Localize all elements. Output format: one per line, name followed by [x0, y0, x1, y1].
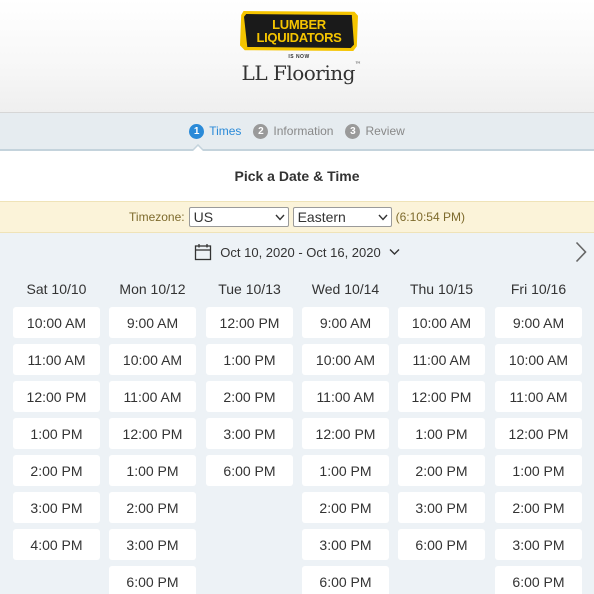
brand-line2: LIQUIDATORS — [256, 30, 342, 45]
day-column-thu: Thu 10/15 10:00 AM 11:00 AM 12:00 PM 1:0… — [398, 271, 485, 566]
time-slot[interactable]: 1:00 PM — [302, 455, 389, 486]
brand-logo[interactable]: LUMBER LIQUIDATORS IS NOW LL Flooring™ — [240, 11, 362, 91]
time-slot[interactable]: 10:00 AM — [398, 307, 485, 338]
time-slot[interactable]: 9:00 AM — [109, 307, 196, 338]
time-slot[interactable]: 6:00 PM — [206, 455, 293, 486]
time-slot[interactable]: 10:00 AM — [302, 344, 389, 375]
day-header: Wed 10/14 — [311, 281, 380, 297]
time-slot[interactable]: 11:00 AM — [13, 344, 100, 375]
chevron-down-icon — [275, 214, 285, 221]
time-slot[interactable]: 3:00 PM — [302, 529, 389, 560]
step-label: Times — [209, 124, 242, 138]
time-slot[interactable]: 10:00 AM — [109, 344, 196, 375]
time-slot[interactable]: 12:00 PM — [206, 307, 293, 338]
step-number: 1 — [189, 123, 205, 139]
day-column-mon: Mon 10/12 9:00 AM 10:00 AM 11:00 AM 12:0… — [109, 271, 196, 594]
time-slot[interactable]: 12:00 PM — [302, 418, 389, 449]
time-slot[interactable]: 2:00 PM — [206, 381, 293, 412]
step-number: 3 — [345, 123, 361, 139]
day-column-sat: Sat 10/10 10:00 AM 11:00 AM 12:00 PM 1:0… — [13, 271, 100, 566]
step-information[interactable]: 2 Information — [253, 112, 333, 150]
time-slot[interactable]: 1:00 PM — [398, 418, 485, 449]
step-number: 2 — [253, 123, 269, 139]
time-slot-grid: Sat 10/10 10:00 AM 11:00 AM 12:00 PM 1:0… — [0, 271, 594, 594]
time-slot[interactable]: 3:00 PM — [495, 529, 582, 560]
timezone-country-value: US — [193, 209, 214, 225]
time-slot[interactable]: 6:00 PM — [302, 566, 389, 594]
time-slot[interactable]: 1:00 PM — [495, 455, 582, 486]
time-slot[interactable]: 11:00 AM — [495, 381, 582, 412]
chevron-down-icon[interactable] — [389, 248, 400, 256]
time-slot[interactable]: 1:00 PM — [206, 344, 293, 375]
day-header: Sat 10/10 — [26, 281, 87, 297]
time-slot[interactable]: 2:00 PM — [13, 455, 100, 486]
chevron-right-icon[interactable] — [575, 241, 587, 263]
step-label: Information — [273, 124, 334, 138]
timezone-bar: Timezone: US Eastern (6:10:54 PM) — [0, 201, 594, 233]
time-slot[interactable]: 9:00 AM — [302, 307, 389, 338]
day-header: Mon 10/12 — [119, 281, 186, 297]
time-slot[interactable]: 12:00 PM — [13, 381, 100, 412]
time-slot[interactable]: 12:00 PM — [495, 418, 582, 449]
time-slot[interactable]: 2:00 PM — [302, 492, 389, 523]
time-slot[interactable]: 4:00 PM — [13, 529, 100, 560]
time-slot[interactable]: 2:00 PM — [109, 492, 196, 523]
time-slot[interactable]: 9:00 AM — [495, 307, 582, 338]
brand-name-text: LL Flooring — [241, 61, 356, 85]
step-review[interactable]: 3 Review — [345, 112, 405, 150]
timezone-country-select[interactable]: US — [188, 207, 289, 227]
time-slot[interactable]: 2:00 PM — [398, 455, 485, 486]
time-slot[interactable]: 11:00 AM — [109, 381, 196, 412]
day-header: Fri 10/16 — [510, 281, 567, 297]
page-header: LUMBER LIQUIDATORS IS NOW LL Flooring™ — [0, 0, 594, 113]
step-indicator: 1 Times 2 Information 3 Review — [0, 112, 594, 152]
time-slot[interactable]: 2:00 PM — [495, 492, 582, 523]
time-slot[interactable]: 3:00 PM — [13, 492, 100, 523]
time-slot[interactable]: 11:00 AM — [302, 381, 389, 412]
date-range-bar: Oct 10, 2020 - Oct 16, 2020 — [0, 233, 594, 271]
timezone-zone-select[interactable]: Eastern — [292, 207, 392, 227]
day-column-wed: Wed 10/14 9:00 AM 10:00 AM 11:00 AM 12:0… — [302, 271, 389, 594]
time-slot[interactable]: 12:00 PM — [109, 418, 196, 449]
step-times[interactable]: 1 Times — [189, 112, 242, 152]
brand-badge: LUMBER LIQUIDATORS — [240, 11, 358, 51]
time-slot[interactable]: 10:00 AM — [13, 307, 100, 338]
time-slot[interactable]: 10:00 AM — [495, 344, 582, 375]
time-slot[interactable]: 6:00 PM — [495, 566, 582, 594]
time-slot[interactable]: 3:00 PM — [206, 418, 293, 449]
chevron-down-icon — [378, 214, 388, 221]
timezone-zone-value: Eastern — [297, 209, 346, 225]
day-column-tue: Tue 10/13 12:00 PM 1:00 PM 2:00 PM 3:00 … — [206, 271, 293, 492]
page-title: Pick a Date & Time — [0, 151, 594, 201]
brand-name: LL Flooring™ — [240, 61, 362, 85]
time-slot[interactable]: 3:00 PM — [109, 529, 196, 560]
time-slot[interactable]: 1:00 PM — [13, 418, 100, 449]
day-header: Thu 10/15 — [409, 281, 474, 297]
time-slot[interactable]: 3:00 PM — [398, 492, 485, 523]
timezone-label: Timezone: — [129, 210, 185, 224]
day-column-fri: Fri 10/16 9:00 AM 10:00 AM 11:00 AM 12:0… — [495, 271, 582, 594]
time-slot[interactable]: 6:00 PM — [109, 566, 196, 594]
brand-is-now: IS NOW — [288, 54, 310, 60]
time-slot[interactable]: 11:00 AM — [398, 344, 485, 375]
current-time: (6:10:54 PM) — [395, 210, 465, 224]
calendar-icon[interactable] — [194, 243, 212, 261]
time-slot[interactable]: 12:00 PM — [398, 381, 485, 412]
time-slot[interactable]: 6:00 PM — [398, 529, 485, 560]
time-slot[interactable]: 1:00 PM — [109, 455, 196, 486]
date-range-label[interactable]: Oct 10, 2020 - Oct 16, 2020 — [220, 245, 380, 260]
day-header: Tue 10/13 — [218, 281, 281, 297]
brand-tm: ™ — [354, 61, 361, 68]
step-label: Review — [365, 124, 405, 138]
